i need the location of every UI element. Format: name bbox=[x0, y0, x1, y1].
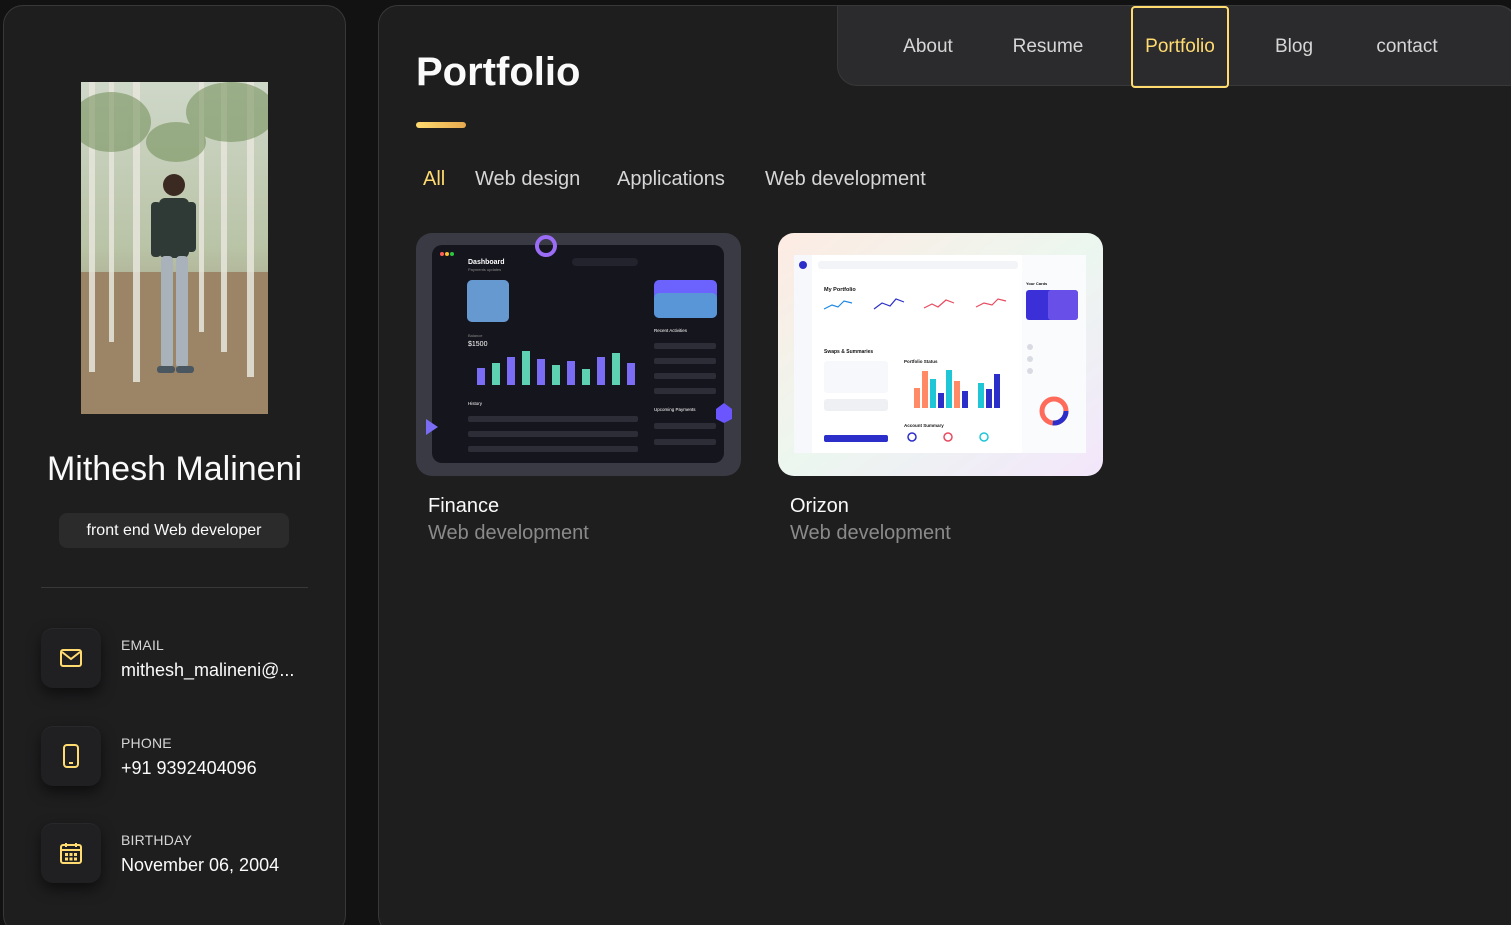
contact-email-label: EMAIL bbox=[121, 637, 165, 653]
project-category: Web development bbox=[428, 522, 589, 544]
filter-applications[interactable]: Applications bbox=[617, 168, 725, 191]
contact-email-value[interactable]: mithesh_malineni@... bbox=[121, 660, 311, 681]
contact-phone: PHONE +91 9392404096 bbox=[41, 726, 331, 786]
filter-web-development[interactable]: Web development bbox=[765, 168, 926, 191]
project-category: Web development bbox=[790, 522, 951, 544]
navbar: About Resume Portfolio Blog contact bbox=[837, 5, 1511, 88]
calendar-icon bbox=[41, 823, 101, 883]
profile-name: Mithesh Malineni bbox=[46, 450, 303, 488]
nav-portfolio[interactable]: Portfolio bbox=[1131, 6, 1229, 88]
nav-contact[interactable]: contact bbox=[1358, 6, 1456, 87]
thumb-your-cards: Your Cards bbox=[1026, 281, 1048, 286]
page-title: Portfolio bbox=[416, 50, 581, 94]
nav-blog[interactable]: Blog bbox=[1254, 6, 1334, 87]
project-thumbnail[interactable]: My Portfolio Swaps & Summaries Portfolio… bbox=[778, 233, 1103, 476]
project-card-finance[interactable]: Dashboard Payments updates Balance $1500 bbox=[416, 233, 741, 544]
thumb-history-label: History bbox=[468, 401, 483, 406]
thumb-recent-label: Recent Activities bbox=[654, 328, 688, 333]
contact-birthday-label: BIRTHDAY bbox=[121, 832, 193, 848]
project-title: Finance bbox=[428, 495, 500, 517]
sidebar-separator bbox=[41, 587, 308, 588]
project-title: Orizon bbox=[790, 495, 849, 517]
thumb-swaps: Swaps & Summaries bbox=[824, 349, 873, 355]
thumb-balance-label: Balance bbox=[468, 333, 483, 338]
mail-icon bbox=[41, 628, 101, 688]
thumb-dashboard-subtitle: Payments updates bbox=[468, 267, 501, 272]
avatar bbox=[81, 82, 268, 414]
thumb-status: Portfolio Status bbox=[904, 359, 938, 364]
nav-resume[interactable]: Resume bbox=[998, 6, 1098, 87]
contact-phone-value[interactable]: +91 9392404096 bbox=[121, 758, 311, 779]
thumb-upcoming-label: Upcoming Payments bbox=[654, 407, 696, 412]
title-underline bbox=[416, 122, 466, 128]
thumb-balance-value: $1500 bbox=[468, 341, 488, 348]
sidebar: Mithesh Malineni front end Web developer… bbox=[3, 5, 346, 925]
contact-email: EMAIL mithesh_malineni@... bbox=[41, 628, 331, 688]
contact-phone-label: PHONE bbox=[121, 735, 172, 751]
filter-all[interactable]: All bbox=[423, 168, 445, 191]
filter-web-design[interactable]: Web design bbox=[475, 168, 580, 191]
thumb-account-summary: Account Summary bbox=[904, 423, 944, 428]
profile-title-badge: front end Web developer bbox=[59, 513, 289, 548]
project-thumbnail[interactable]: Dashboard Payments updates Balance $1500 bbox=[416, 233, 741, 476]
contact-birthday: BIRTHDAY November 06, 2004 bbox=[41, 823, 331, 883]
phone-icon bbox=[41, 726, 101, 786]
project-card-orizon[interactable]: My Portfolio Swaps & Summaries Portfolio… bbox=[778, 233, 1103, 544]
nav-about[interactable]: About bbox=[878, 6, 978, 87]
thumb-dashboard-title: Dashboard bbox=[468, 259, 505, 266]
contact-birthday-value: November 06, 2004 bbox=[121, 855, 280, 875]
thumb-my-portfolio: My Portfolio bbox=[824, 287, 856, 293]
